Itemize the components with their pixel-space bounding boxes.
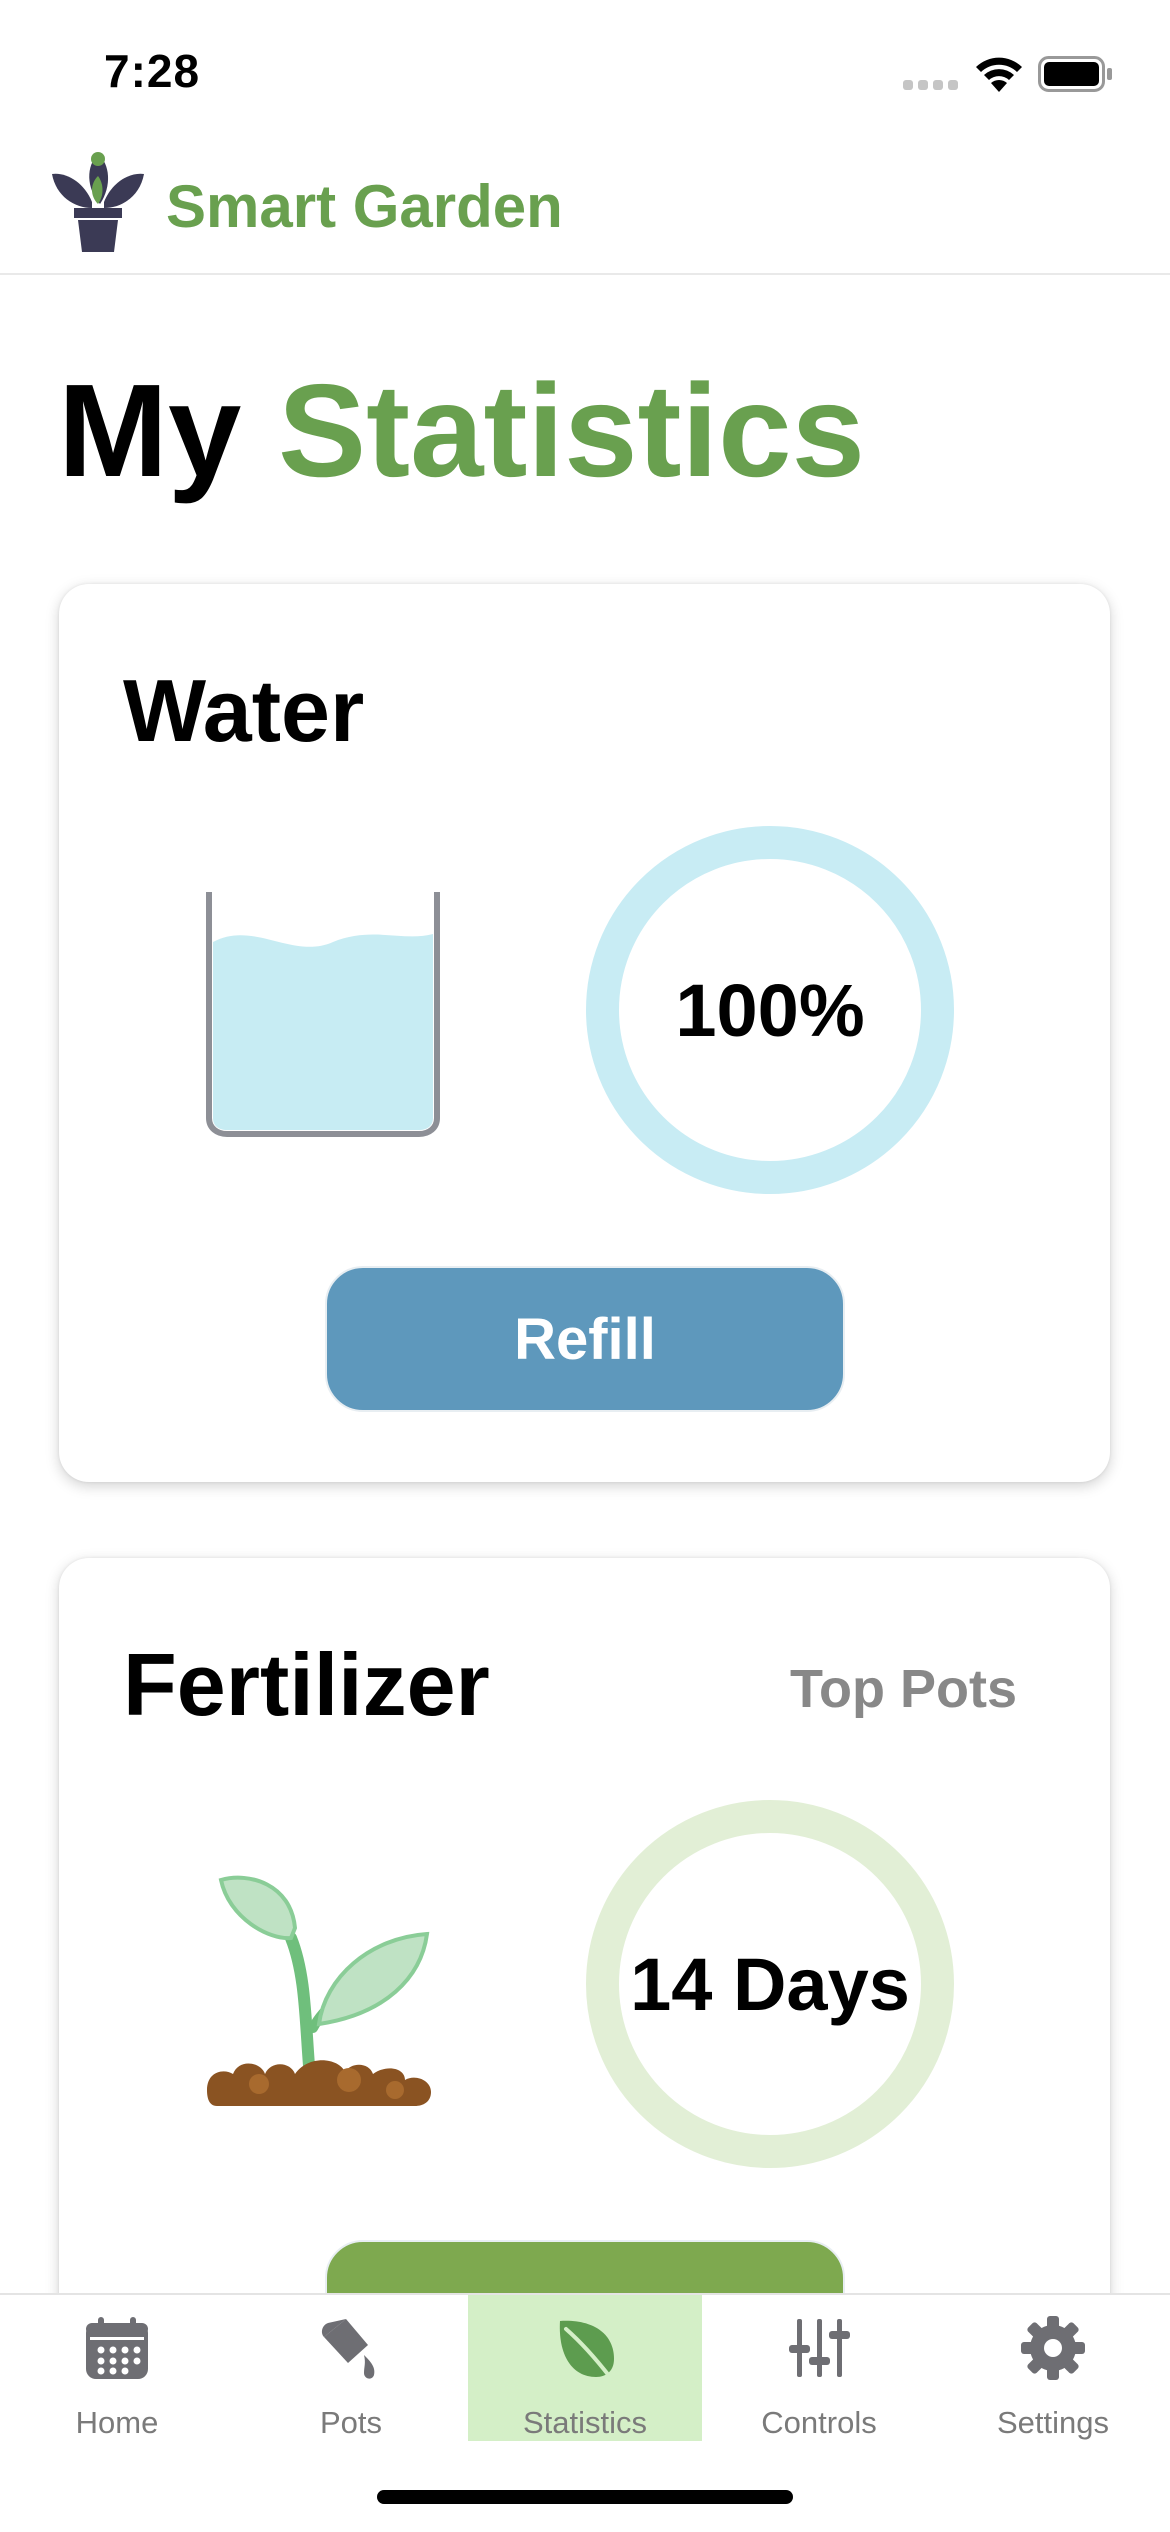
tab-statistics[interactable]: Statistics <box>468 2295 702 2441</box>
fertilizer-days-ring: 14 Days <box>586 1800 954 2168</box>
app-name: Smart Garden <box>166 173 563 240</box>
home-indicator <box>377 2490 793 2504</box>
status-time: 7:28 <box>104 45 201 97</box>
sprout-icon <box>207 1875 431 2106</box>
top-pots-link[interactable]: Top Pots <box>790 1658 1017 1720</box>
watering-can-icon <box>321 2319 375 2379</box>
tab-settings[interactable]: Settings <box>936 2295 1170 2441</box>
page-title-first: My <box>58 357 242 504</box>
page-title-accent: Statistics <box>278 357 865 504</box>
tab-settings-label: Settings <box>996 2405 1109 2440</box>
statistics-screen: 7:28 Smart Garden My Statistics Water 10… <box>0 0 1170 2532</box>
water-card-title: Water <box>123 661 365 760</box>
water-glass-icon <box>206 892 440 1137</box>
tab-controls-label: Controls <box>761 2405 877 2440</box>
water-card: Water 100% Refill <box>59 584 1110 1482</box>
page-title: My Statistics <box>58 356 865 506</box>
tab-controls[interactable]: Controls <box>702 2295 936 2441</box>
plant-pot-logo-icon <box>52 152 144 252</box>
tab-pots-label: Pots <box>319 2405 383 2440</box>
water-level-value: 100% <box>675 968 865 1052</box>
sliders-icon <box>789 2319 850 2377</box>
app-header: Smart Garden <box>0 130 1170 275</box>
signal-icon <box>903 80 958 90</box>
battery-icon <box>1038 56 1112 92</box>
calendar-icon <box>86 2317 148 2379</box>
wifi-icon <box>976 57 1022 92</box>
water-level-ring: 100% <box>586 826 954 1194</box>
tab-home-label: Home <box>75 2405 159 2440</box>
refill-button[interactable]: Refill <box>325 1266 845 1412</box>
gear-icon <box>1021 2316 1085 2380</box>
tab-pots[interactable]: Pots <box>234 2295 468 2441</box>
tab-statistics-label: Statistics <box>522 2405 648 2440</box>
fertilizer-days-value: 14 Days <box>630 1942 910 2026</box>
leaf-icon <box>559 2320 614 2379</box>
fertilizer-card-title: Fertilizer <box>123 1635 490 1734</box>
tab-home[interactable]: Home <box>0 2295 234 2441</box>
